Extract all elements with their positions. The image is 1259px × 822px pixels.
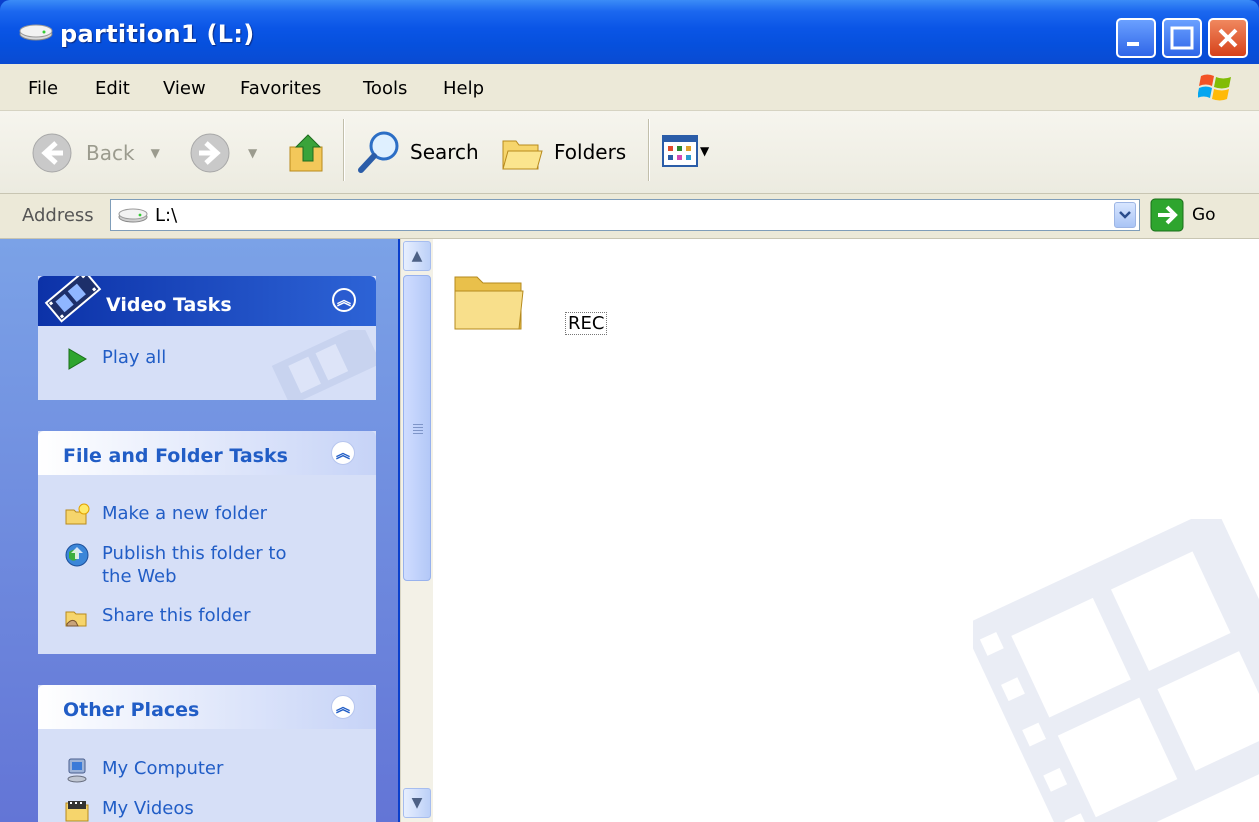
maximize-icon (1170, 26, 1194, 50)
folder-icon (454, 276, 524, 330)
address-dropdown-button[interactable] (1114, 202, 1136, 228)
scroll-down-button[interactable]: ▼ (403, 788, 431, 818)
chevron-down-icon: ▼ (411, 795, 423, 811)
scroll-up-button[interactable]: ▲ (403, 241, 431, 271)
back-button[interactable]: Back ▼ (30, 131, 160, 175)
title-bar[interactable]: partition1 (L:) (0, 0, 1259, 64)
play-icon (68, 348, 87, 370)
drive-icon (19, 24, 53, 41)
folder-content-area[interactable]: REC (433, 239, 1259, 822)
publish-folder-link[interactable]: Publish this folder to the Web (64, 542, 304, 588)
go-label: Go (1192, 205, 1216, 225)
folders-button[interactable]: Folders (500, 129, 626, 175)
share-folder-icon (65, 611, 87, 627)
window-title: partition1 (L:) (60, 20, 255, 48)
search-label: Search (410, 140, 479, 164)
file-folder-tasks-title: File and Folder Tasks (63, 445, 288, 467)
minimize-icon (1127, 42, 1139, 46)
menu-favorites[interactable]: Favorites (240, 78, 321, 99)
views-icon (662, 135, 698, 167)
my-computer-icon (67, 758, 87, 783)
vertical-scrollbar[interactable]: ▲ ▼ (400, 239, 433, 822)
double-chevron-up-icon: ︽ (336, 446, 350, 462)
film-watermark-icon (973, 519, 1259, 822)
minimize-button[interactable] (1116, 18, 1156, 58)
forward-button[interactable]: ▼ (188, 131, 257, 175)
video-tasks-title: Video Tasks (106, 294, 232, 316)
share-folder-label: Share this folder (102, 605, 251, 626)
menu-edit[interactable]: Edit (95, 78, 130, 99)
other-places-header[interactable]: Other Places ︽ (38, 685, 376, 729)
my-videos-link[interactable]: My Videos (64, 797, 194, 822)
my-videos-label: My Videos (102, 798, 194, 819)
video-tasks-header[interactable]: Video Tasks ︽ (38, 276, 376, 326)
explorer-window: partition1 (L:) File Edit View Favorites… (0, 0, 1259, 822)
address-value: L:\ (155, 205, 178, 226)
film-strip-icon (44, 276, 102, 323)
make-new-folder-label: Make a new folder (102, 503, 268, 524)
address-bar: Address L:\ Go (0, 194, 1259, 239)
drive-icon (118, 208, 148, 223)
file-folder-tasks-panel: File and Folder Tasks ︽ Make a new folde… (38, 431, 376, 654)
chevron-up-icon: ▲ (411, 248, 423, 264)
go-button[interactable]: Go (1150, 198, 1216, 232)
views-dropdown-icon[interactable]: ▼ (700, 144, 709, 158)
my-computer-link[interactable]: My Computer (64, 757, 223, 783)
menu-tools[interactable]: Tools (363, 78, 407, 99)
forward-arrow-icon (190, 133, 230, 173)
chevron-down-icon (1119, 211, 1131, 219)
close-icon (1218, 28, 1238, 48)
make-new-folder-link[interactable]: Make a new folder (64, 502, 267, 528)
other-places-title: Other Places (63, 699, 200, 721)
share-folder-link[interactable]: Share this folder (64, 604, 250, 630)
back-label: Back (86, 141, 135, 165)
new-folder-icon (65, 503, 90, 525)
standard-toolbar: Back ▼ ▼ Search Folders ▼ (0, 111, 1259, 194)
folder-name-label: REC (565, 312, 608, 335)
address-input[interactable]: L:\ (110, 199, 1140, 231)
menu-help[interactable]: Help (443, 78, 484, 99)
collapse-other-places-button[interactable]: ︽ (331, 695, 355, 719)
go-arrow-icon (1150, 198, 1184, 232)
back-dropdown-icon[interactable]: ▼ (151, 146, 160, 160)
maximize-button[interactable] (1162, 18, 1202, 58)
other-places-panel: Other Places ︽ My Computer My Videos (38, 685, 376, 822)
menu-bar: File Edit View Favorites Tools Help (0, 64, 1259, 111)
up-folder-button[interactable] (286, 129, 330, 175)
publish-folder-label: Publish this folder to the Web (102, 543, 287, 587)
play-all-label: Play all (102, 347, 167, 368)
back-arrow-icon (32, 133, 72, 173)
double-chevron-up-icon: ︽ (336, 700, 350, 716)
film-watermark-icon (271, 330, 376, 400)
search-icon (358, 131, 399, 173)
double-chevron-up-icon: ︽ (337, 293, 351, 309)
up-folder-icon (289, 134, 323, 172)
views-button[interactable]: ▼ (662, 135, 709, 167)
collapse-file-folder-tasks-button[interactable]: ︽ (331, 441, 355, 465)
forward-dropdown-icon[interactable]: ▼ (248, 146, 257, 160)
search-button[interactable]: Search (356, 129, 479, 175)
my-computer-label: My Computer (102, 758, 224, 779)
menu-file[interactable]: File (28, 78, 58, 99)
scroll-thumb[interactable] (403, 275, 431, 581)
folders-icon (502, 140, 543, 170)
close-button[interactable] (1208, 18, 1248, 58)
folder-item-rec[interactable]: REC (451, 263, 608, 343)
my-videos-icon (65, 801, 89, 822)
publish-web-icon (65, 543, 89, 567)
address-label: Address (22, 205, 94, 226)
windows-logo-icon (1198, 74, 1231, 101)
collapse-video-tasks-button[interactable]: ︽ (332, 288, 356, 312)
play-all-link[interactable]: Play all (64, 346, 166, 372)
task-pane: Video Tasks ︽ Play all File and Folder T… (0, 239, 398, 822)
menu-view[interactable]: View (163, 78, 206, 99)
video-tasks-panel: Video Tasks ︽ Play all (38, 276, 376, 400)
folders-label: Folders (554, 140, 627, 164)
file-folder-tasks-header[interactable]: File and Folder Tasks ︽ (38, 431, 376, 475)
